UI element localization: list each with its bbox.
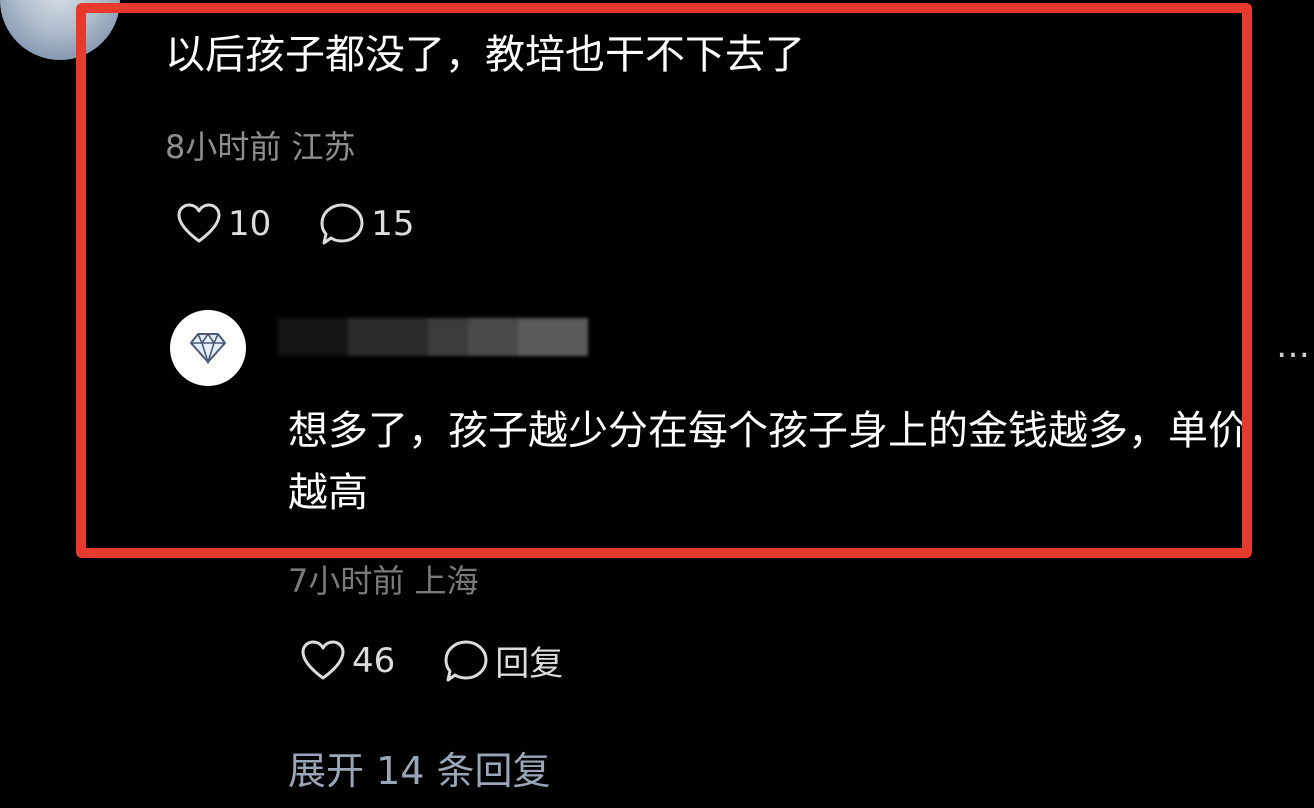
reply-actions: 46 回复	[300, 636, 611, 685]
reply-like-button[interactable]: 46	[300, 640, 395, 682]
more-options-icon[interactable]: …	[1276, 326, 1312, 366]
reply-reply-button[interactable]: 回复	[443, 636, 563, 685]
reply-meta: 7小时前 上海	[288, 562, 479, 600]
speech-bubble-icon	[444, 640, 488, 681]
expand-replies-link[interactable]: 展开 14 条回复	[288, 740, 551, 795]
reply-like-count: 46	[352, 640, 396, 681]
highlight-box	[76, 3, 1252, 558]
heart-outline-icon	[301, 640, 345, 679]
reply-label: 回复	[495, 644, 564, 684]
